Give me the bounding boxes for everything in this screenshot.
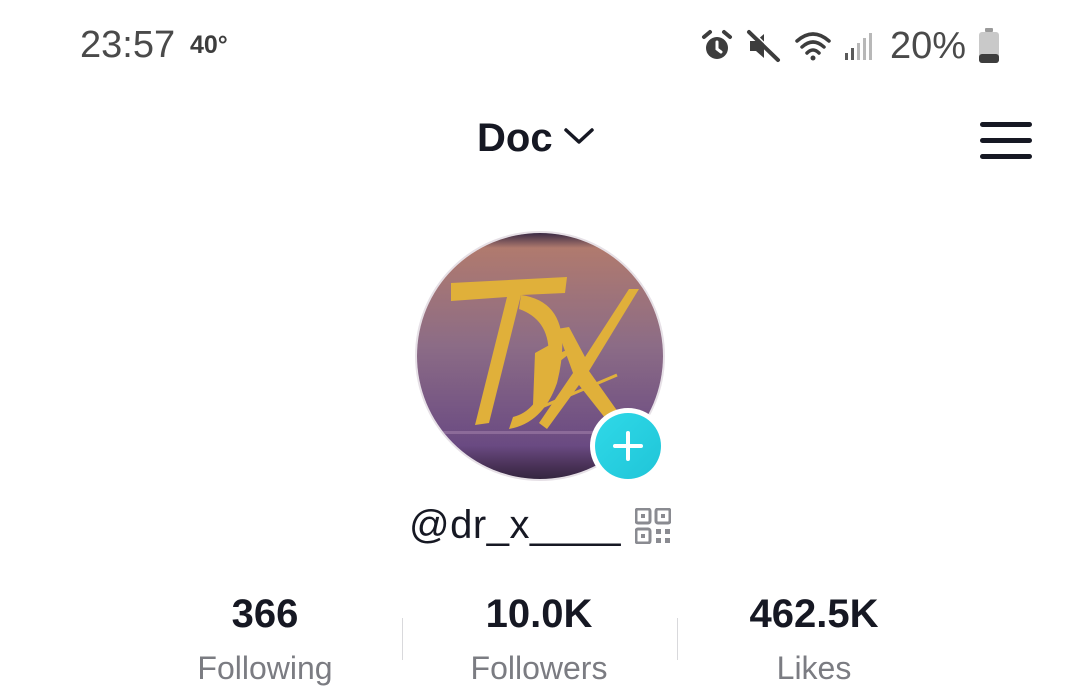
status-icons: 20% — [700, 24, 1000, 68]
account-name: Doc — [477, 116, 553, 160]
stat-label: Following — [197, 650, 333, 686]
chevron-down-icon — [563, 125, 595, 152]
stat-label: Followers — [470, 650, 608, 686]
stat-divider — [677, 618, 678, 660]
status-time: 23:57 — [80, 24, 176, 66]
hamburger-menu-icon[interactable] — [980, 122, 1032, 160]
status-temperature: 40° — [190, 31, 228, 59]
alarm-icon — [700, 29, 734, 63]
stat-label: Likes — [776, 650, 852, 686]
mute-icon — [746, 29, 782, 63]
battery-percent: 20% — [889, 24, 966, 67]
qr-code-icon[interactable] — [634, 507, 671, 544]
wifi-icon — [794, 30, 832, 62]
stat-value: 10.0K — [485, 592, 593, 636]
add-profile-photo-button[interactable] — [590, 408, 666, 484]
username: @dr_x____ — [409, 503, 621, 547]
stat-value: 366 — [231, 592, 299, 636]
stat-value: 462.5K — [749, 592, 879, 636]
battery-icon — [978, 28, 1000, 64]
profile-header: Doc — [0, 96, 1080, 186]
profile-stats: 366 Following 10.0K Followers 462.5K Lik… — [0, 588, 1080, 692]
stat-divider — [402, 618, 403, 660]
plus-icon — [613, 431, 643, 461]
status-bar: 23:57 40° 20% — [0, 0, 1080, 92]
signal-icon — [844, 31, 874, 61]
stat-likes[interactable]: 462.5K Likes — [684, 588, 944, 692]
stat-followers[interactable]: 10.0K Followers — [409, 588, 669, 692]
stat-following[interactable]: 366 Following — [135, 588, 395, 692]
account-switcher[interactable]: Doc — [477, 116, 595, 161]
username-row: @dr_x____ — [0, 503, 1080, 548]
